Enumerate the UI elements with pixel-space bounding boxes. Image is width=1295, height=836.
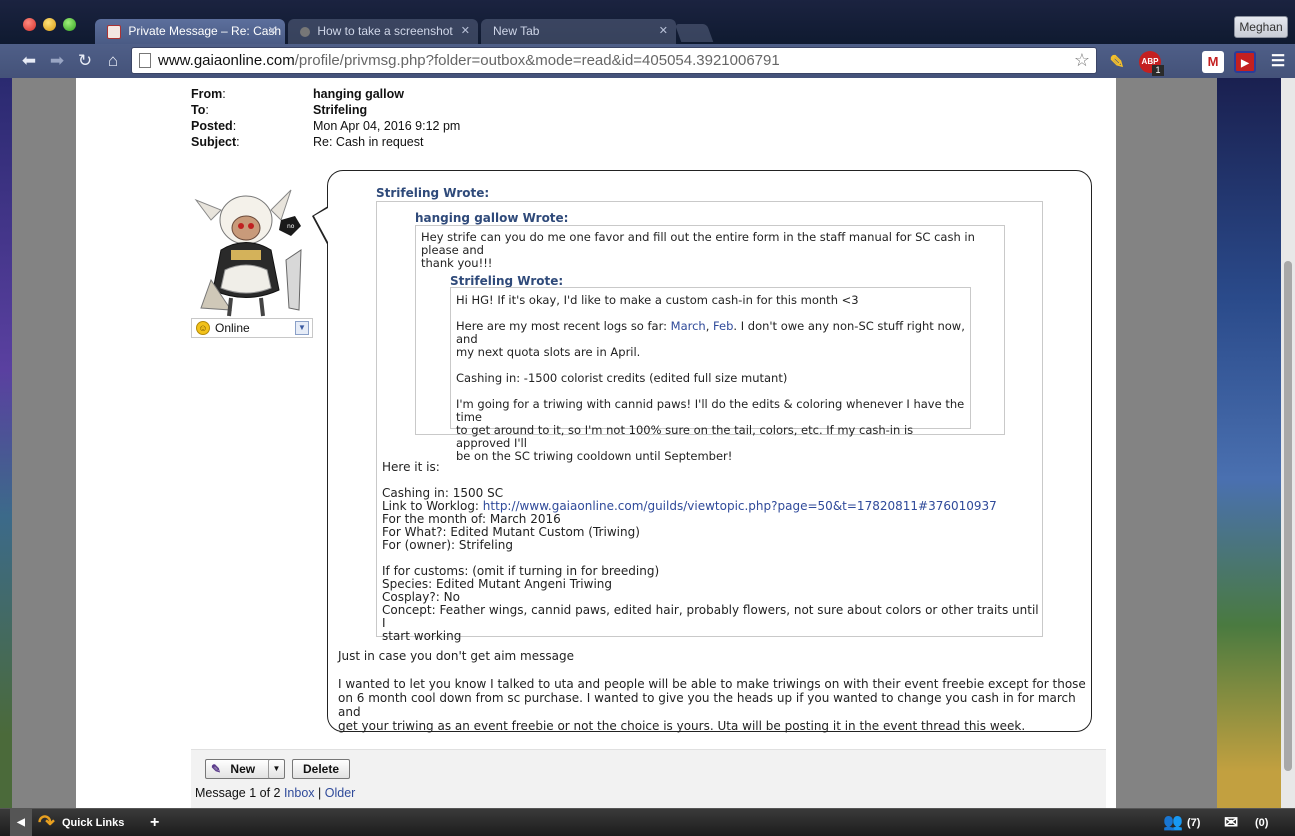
scroll-thumb[interactable] bbox=[1284, 261, 1292, 771]
subject-value: Re: Cash in request bbox=[313, 135, 424, 149]
to-label: To: bbox=[191, 103, 209, 117]
gaia-toolbar: ◀ ↷ Quick Links + 👥 (7) ✉ (0) bbox=[0, 808, 1295, 836]
quote-mid-text: Hey strife can you do me one favor and f… bbox=[421, 230, 975, 270]
chevron-down-icon[interactable]: ▼ bbox=[295, 321, 309, 335]
desktop-left-strip bbox=[0, 78, 12, 808]
url-path: /profile/privmsg.php?folder=outbox&mode=… bbox=[294, 52, 780, 69]
to-value: Strifeling bbox=[313, 103, 368, 117]
new-tab-button[interactable] bbox=[674, 24, 714, 42]
nav-separator: | bbox=[318, 786, 322, 800]
menu-icon[interactable]: ☰ bbox=[1267, 51, 1289, 73]
friends-count: (7) bbox=[1187, 817, 1201, 829]
posted-value: Mon Apr 04, 2016 9:12 pm bbox=[313, 119, 461, 133]
message-action-bar: ✎ New ▼ Delete Message 1 of 2 Inbox | Ol… bbox=[191, 749, 1106, 808]
from-value: hanging gallow bbox=[313, 87, 404, 101]
tab-label: New Tab bbox=[493, 24, 540, 38]
home-icon[interactable]: ⌂ bbox=[102, 50, 124, 72]
quick-links-button[interactable]: Quick Links bbox=[62, 809, 124, 836]
subject-label: Subject: bbox=[191, 135, 240, 149]
friends-icon[interactable]: 👥 bbox=[1163, 809, 1183, 836]
new-dropdown-button[interactable]: ▼ bbox=[268, 759, 285, 779]
posted-label: Posted: bbox=[191, 119, 237, 133]
bookmark-star-icon[interactable]: ☆ bbox=[1074, 50, 1090, 71]
cash-in-form: Here it is: Cashing in: 1500 SC Link to … bbox=[382, 460, 1039, 643]
tab-new-tab[interactable]: New Tab ✕ bbox=[481, 19, 676, 44]
new-button-label: New bbox=[230, 762, 256, 776]
abp-badge: 1 bbox=[1152, 65, 1164, 76]
address-bar[interactable]: www.gaiaonline.com/profile/privmsg.php?f… bbox=[131, 47, 1097, 74]
quote-inner-text: Hi HG! If it's okay, I'd like to make a … bbox=[456, 293, 965, 463]
online-status-select[interactable]: ☺ Online ▼ bbox=[191, 318, 313, 338]
quote-mid-header: hanging gallow Wrote: bbox=[415, 211, 569, 225]
close-tab-icon[interactable]: ✕ bbox=[659, 19, 668, 44]
browser-titlebar: Private Message – Re: Cash ✕ How to take… bbox=[0, 0, 1295, 44]
tab-how-to-screenshot[interactable]: How to take a screenshot ✕ bbox=[288, 19, 478, 44]
mail-icon[interactable]: ✉ bbox=[1224, 809, 1238, 836]
url-text: www.gaiaonline.com/profile/privmsg.php?f… bbox=[158, 48, 780, 73]
quote-inner-header: Strifeling Wrote: bbox=[450, 274, 564, 288]
cast-extension-icon[interactable]: ▶ bbox=[1234, 51, 1256, 73]
quill-icon: ✎ bbox=[211, 762, 222, 776]
gmail-checker-icon[interactable]: M bbox=[1202, 51, 1224, 73]
loading-favicon-icon bbox=[300, 26, 310, 37]
quick-links-arrow-icon: ↷ bbox=[38, 812, 55, 834]
url-host: www.gaiaonline.com bbox=[158, 52, 295, 69]
message-count: Message 1 of 2 bbox=[195, 786, 281, 800]
page-frame: From: hanging gallow To: Strifeling Post… bbox=[12, 78, 1217, 808]
worklog-link[interactable]: http://www.gaiaonline.com/guilds/viewtop… bbox=[483, 499, 997, 513]
window-close-button[interactable] bbox=[23, 18, 36, 31]
collapse-toolbar-icon[interactable]: ◀ bbox=[10, 809, 32, 836]
quote-outer-header: Strifeling Wrote: bbox=[376, 186, 490, 200]
online-status-label: Online bbox=[215, 321, 250, 335]
back-arrow-icon[interactable]: ⬅ bbox=[18, 50, 40, 72]
profile-button[interactable]: Meghan bbox=[1234, 16, 1288, 38]
inbox-link[interactable]: Inbox bbox=[284, 786, 315, 800]
mail-count: (0) bbox=[1255, 817, 1269, 829]
reload-icon[interactable]: ↻ bbox=[74, 50, 96, 72]
tab-label: Private Message – Re: Cash bbox=[128, 24, 282, 38]
gaia-favicon-icon bbox=[107, 24, 121, 39]
chevron-down-icon: ▼ bbox=[272, 764, 281, 773]
from-label: From: bbox=[191, 87, 226, 101]
reply-text: Just in case you don't get aim message I… bbox=[338, 649, 1086, 734]
bubble-tail-inner bbox=[314, 208, 328, 242]
close-tab-icon[interactable]: ✕ bbox=[461, 19, 470, 44]
march-log-link[interactable]: March bbox=[671, 319, 706, 333]
forward-arrow-icon[interactable]: ➡ bbox=[46, 50, 68, 72]
close-tab-icon[interactable]: ✕ bbox=[268, 19, 277, 44]
page-content: From: hanging gallow To: Strifeling Post… bbox=[76, 78, 1116, 808]
new-message-button[interactable]: ✎ New bbox=[205, 759, 271, 779]
smiley-icon: ☺ bbox=[196, 321, 210, 335]
add-button[interactable]: + bbox=[150, 809, 159, 836]
message-pagination: Message 1 of 2 Inbox | Older bbox=[195, 786, 355, 800]
pencil-extension-icon[interactable]: ✎ bbox=[1106, 51, 1128, 73]
page-scrollbar[interactable] bbox=[1281, 78, 1295, 808]
older-link[interactable]: Older bbox=[325, 786, 356, 800]
delete-button[interactable]: Delete bbox=[292, 759, 350, 779]
window-minimize-button[interactable] bbox=[43, 18, 56, 31]
page-icon bbox=[139, 53, 151, 68]
tab-label: How to take a screenshot bbox=[317, 24, 453, 38]
svg-text:no: no bbox=[287, 223, 295, 230]
tab-private-message[interactable]: Private Message – Re: Cash ✕ bbox=[95, 19, 285, 44]
avatar[interactable]: no bbox=[191, 180, 313, 318]
feb-log-link[interactable]: Feb bbox=[713, 319, 733, 333]
window-maximize-button[interactable] bbox=[63, 18, 76, 31]
